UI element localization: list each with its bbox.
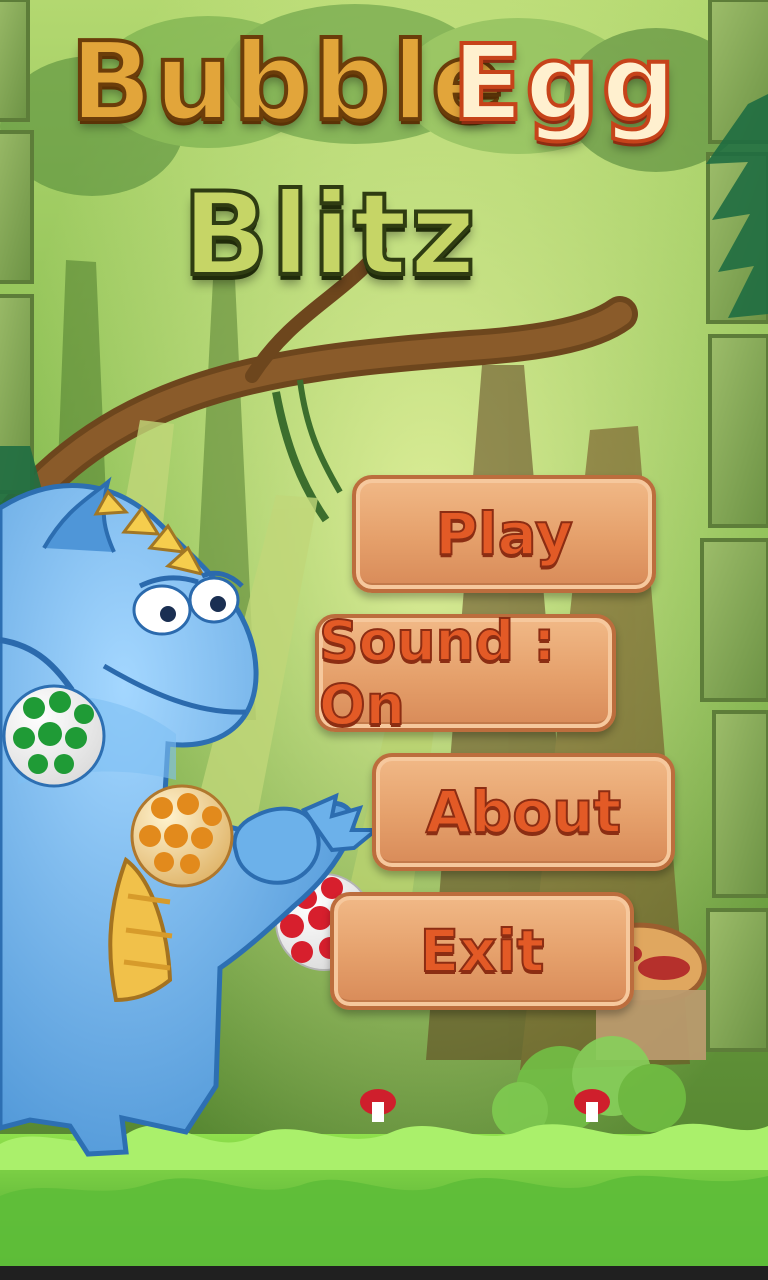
about-button[interactable]: About (372, 753, 675, 871)
exit-button-label: Exit (419, 916, 546, 986)
sound-toggle-label: Sound : On (318, 608, 556, 738)
game-screen: Bubble Egg Blitz Play Sound : On About E… (0, 0, 768, 1280)
play-button-label: Play (434, 499, 574, 569)
title-blitz: Blitz (180, 166, 478, 303)
play-button[interactable]: Play (352, 475, 656, 593)
sound-toggle-button[interactable]: Sound : On (315, 608, 616, 738)
about-button-label: About (425, 777, 622, 847)
orange-spotted-egg-icon (130, 784, 234, 888)
title-bubble: Bubble (68, 18, 507, 147)
exit-button[interactable]: Exit (330, 892, 634, 1010)
green-spotted-egg-icon (2, 684, 106, 788)
title-egg: Egg (450, 20, 678, 146)
